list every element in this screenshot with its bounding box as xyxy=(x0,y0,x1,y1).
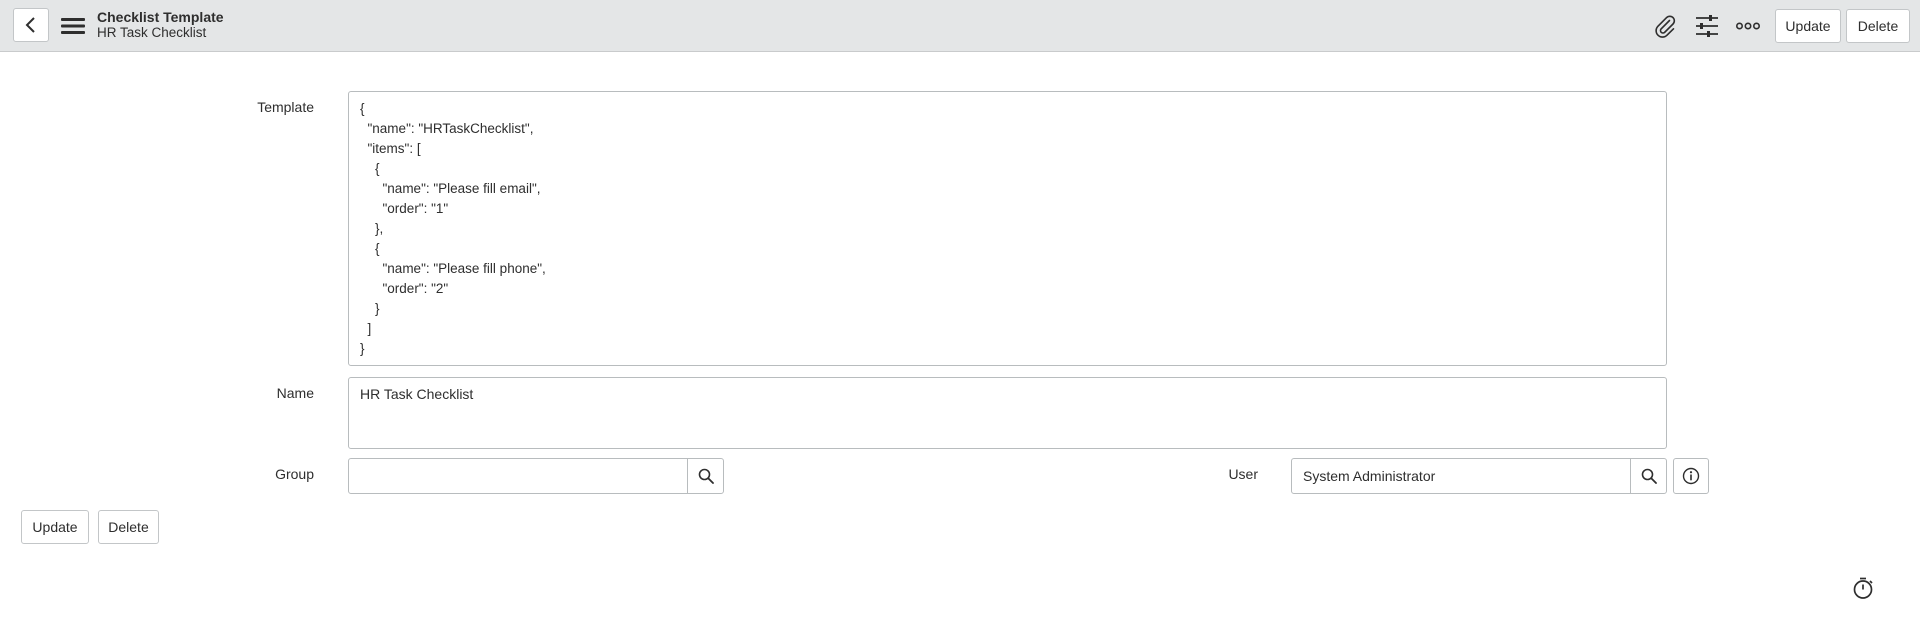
search-icon xyxy=(1641,468,1657,484)
hamburger-icon xyxy=(61,18,85,34)
record-subtitle: HR Task Checklist xyxy=(97,25,207,40)
form-header: Checklist Template HR Task Checklist Upd… xyxy=(0,0,1920,52)
paperclip-icon xyxy=(1655,15,1676,38)
footer-delete-button[interactable]: Delete xyxy=(98,510,159,544)
user-input[interactable]: System Administrator xyxy=(1291,458,1631,494)
response-time-button[interactable] xyxy=(1849,574,1877,602)
title-block: Checklist Template HR Task Checklist xyxy=(97,9,224,41)
template-text: { "name": "HRTaskChecklist", "items": [ … xyxy=(360,101,546,356)
name-value: HR Task Checklist xyxy=(360,386,474,402)
info-icon xyxy=(1682,467,1700,485)
attachment-button[interactable] xyxy=(1650,12,1680,40)
back-button[interactable] xyxy=(13,8,49,42)
menu-button[interactable] xyxy=(58,12,88,40)
sliders-icon xyxy=(1696,15,1718,37)
search-icon xyxy=(698,468,714,484)
user-lookup-button[interactable] xyxy=(1630,458,1667,494)
user-label: User xyxy=(1228,466,1258,482)
header-delete-button[interactable]: Delete xyxy=(1846,9,1910,43)
footer-update-button[interactable]: Update xyxy=(21,510,89,544)
personalize-form-button[interactable] xyxy=(1692,12,1722,40)
more-options-icon xyxy=(1736,22,1760,30)
user-value: System Administrator xyxy=(1303,468,1436,484)
group-label: Group xyxy=(275,466,314,482)
more-options-button[interactable] xyxy=(1733,12,1763,40)
group-input[interactable] xyxy=(348,458,688,494)
stopwatch-icon xyxy=(1853,577,1873,599)
name-label: Name xyxy=(276,385,314,401)
group-lookup-button[interactable] xyxy=(687,458,724,494)
page-title: Checklist Template xyxy=(97,9,224,25)
header-update-button[interactable]: Update xyxy=(1775,9,1841,43)
template-textarea[interactable]: { "name": "HRTaskChecklist", "items": [ … xyxy=(348,91,1667,366)
name-field[interactable]: HR Task Checklist xyxy=(348,377,1667,449)
user-info-button[interactable] xyxy=(1673,458,1709,494)
template-label: Template xyxy=(257,99,314,115)
chevron-left-icon xyxy=(25,17,35,33)
